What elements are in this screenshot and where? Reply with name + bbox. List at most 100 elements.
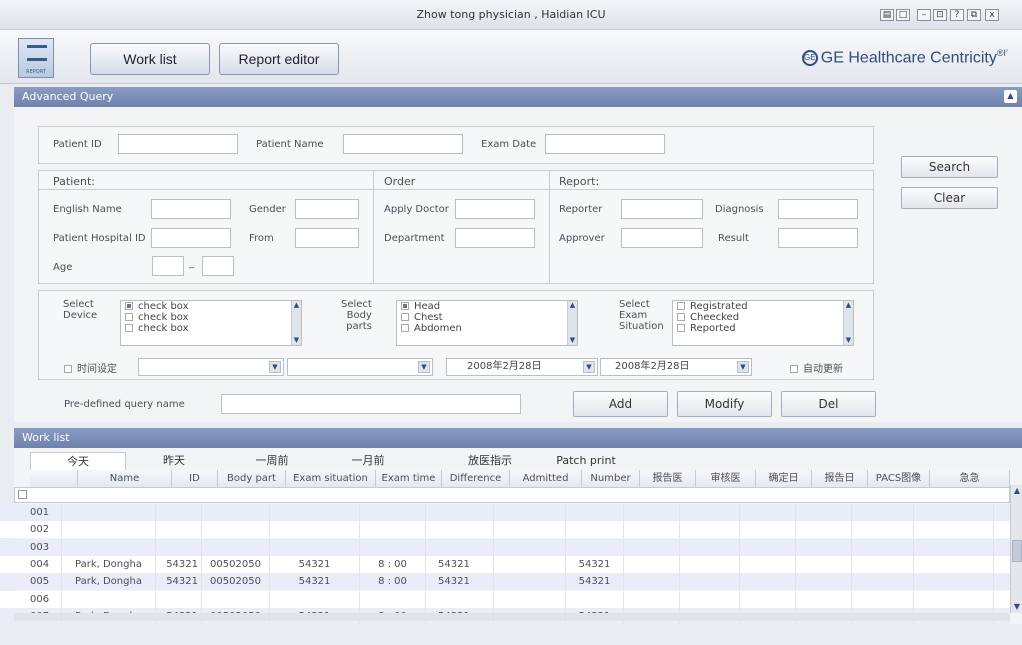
- horizontal-scrollbar[interactable]: [14, 613, 1010, 621]
- scroll-down-icon[interactable]: ▼: [568, 336, 577, 345]
- checkbox-icon[interactable]: [125, 302, 133, 310]
- tab-month[interactable]: 一月前: [320, 452, 416, 470]
- dropdown-icon[interactable]: ▼: [418, 361, 430, 373]
- work-list-button[interactable]: Work list: [90, 43, 210, 75]
- checkbox-icon[interactable]: [401, 302, 409, 310]
- column-header[interactable]: Name: [78, 470, 172, 487]
- patient-name-input[interactable]: [343, 134, 463, 154]
- table-row[interactable]: 005 Park, Dongha 54321 00502050 54321 8 : 00 5…: [0, 573, 1010, 591]
- search-button[interactable]: Search: [901, 156, 998, 178]
- exam-situation-option[interactable]: Reported: [673, 323, 853, 334]
- maximize-layout-icon[interactable]: □: [896, 9, 910, 21]
- help-button[interactable]: ?: [950, 9, 964, 21]
- result-input[interactable]: [778, 228, 858, 248]
- body-parts-listbox[interactable]: Head Chest Abdomen ▲ ▼: [396, 300, 578, 346]
- scroll-down-icon[interactable]: ▼: [844, 336, 853, 345]
- report-editor-button[interactable]: Report editor: [219, 43, 339, 75]
- collapse-icon[interactable]: ▲: [1004, 90, 1017, 103]
- device-option[interactable]: check box: [121, 301, 301, 312]
- checkbox-icon[interactable]: [677, 313, 685, 321]
- from-input[interactable]: [295, 228, 359, 248]
- column-header[interactable]: 报告医: [640, 470, 696, 487]
- exam-situation-option[interactable]: Cheecked: [673, 312, 853, 323]
- time-setting-checkbox[interactable]: 时间设定: [64, 360, 117, 375]
- department-input[interactable]: [455, 228, 535, 248]
- age-to-input[interactable]: [202, 256, 234, 276]
- scroll-up-icon[interactable]: ▲: [292, 301, 301, 310]
- scroll-down-icon[interactable]: ▼: [1012, 602, 1022, 612]
- scroll-thumb[interactable]: [1012, 540, 1022, 562]
- checkbox-icon[interactable]: [401, 313, 409, 321]
- dropdown-icon[interactable]: ▼: [269, 361, 281, 373]
- time-combo-2[interactable]: ▼: [287, 358, 433, 376]
- column-header[interactable]: 报告日: [812, 470, 868, 487]
- window-icon[interactable]: ⊡: [933, 9, 947, 21]
- report-icon[interactable]: REPORT: [18, 38, 54, 78]
- column-header[interactable]: 急急: [930, 470, 1010, 487]
- checkbox-icon[interactable]: [790, 365, 798, 373]
- english-name-input[interactable]: [151, 199, 231, 219]
- column-header[interactable]: 审核医: [696, 470, 756, 487]
- listbox-scrollbar[interactable]: ▲ ▼: [567, 301, 577, 345]
- column-header[interactable]: PACS图像: [868, 470, 930, 487]
- table-row[interactable]: 002: [0, 521, 1010, 539]
- device-option[interactable]: check box: [121, 312, 301, 323]
- approver-input[interactable]: [621, 228, 703, 248]
- dropdown-icon[interactable]: ▼: [583, 361, 595, 373]
- body-part-option[interactable]: Head: [397, 301, 577, 312]
- body-part-option[interactable]: Abdomen: [397, 323, 577, 334]
- table-row[interactable]: 006: [0, 590, 1010, 608]
- exam-date-input[interactable]: [545, 134, 665, 154]
- auto-update-checkbox[interactable]: 自动更新: [790, 360, 843, 375]
- age-from-input[interactable]: [152, 256, 184, 276]
- tab-release-instruction[interactable]: 放医指示: [440, 452, 540, 470]
- gender-input[interactable]: [295, 199, 359, 219]
- close-button[interactable]: x: [985, 9, 999, 21]
- scroll-up-icon[interactable]: ▲: [568, 301, 577, 310]
- listbox-scrollbar[interactable]: ▲ ▼: [843, 301, 853, 345]
- device-option[interactable]: check box: [121, 323, 301, 334]
- tab-today[interactable]: 今天: [30, 452, 126, 470]
- date-from-combo[interactable]: 2008年2月28日 ▼: [446, 358, 598, 376]
- column-header[interactable]: Exam situation: [286, 470, 376, 487]
- column-header[interactable]: Difference: [442, 470, 510, 487]
- scroll-up-icon[interactable]: ▲: [1012, 486, 1022, 496]
- checkbox-icon[interactable]: [125, 313, 133, 321]
- device-listbox[interactable]: check box check box check box ▲ ▼: [120, 300, 302, 346]
- column-header[interactable]: Exam time: [376, 470, 442, 487]
- patient-id-input[interactable]: [118, 134, 238, 154]
- scroll-up-icon[interactable]: ▲: [844, 301, 853, 310]
- column-header[interactable]: Body part: [218, 470, 286, 487]
- filter-row[interactable]: [14, 487, 1010, 503]
- date-to-combo[interactable]: 2008年2月28日 ▼: [600, 358, 752, 376]
- column-header[interactable]: ID: [172, 470, 218, 487]
- dropdown-icon[interactable]: ▼: [737, 361, 749, 373]
- column-header[interactable]: [30, 470, 78, 487]
- tab-yesterday[interactable]: 昨天: [128, 452, 220, 470]
- hospital-id-input[interactable]: [151, 228, 231, 248]
- clear-button[interactable]: Clear: [901, 187, 998, 209]
- checkbox-icon[interactable]: [677, 302, 685, 310]
- table-row[interactable]: 004 Park, Dongha 54321 00502050 54321 8 : 00 5…: [0, 555, 1010, 573]
- exam-situation-listbox[interactable]: Registrated Cheecked Reported ▲ ▼: [672, 300, 854, 346]
- time-combo-1[interactable]: ▼: [138, 358, 284, 376]
- column-header[interactable]: 确定日: [756, 470, 812, 487]
- checkbox-icon[interactable]: [64, 365, 72, 373]
- scroll-down-icon[interactable]: ▼: [292, 336, 301, 345]
- exam-situation-option[interactable]: Registrated: [673, 301, 853, 312]
- restore-button[interactable]: ⧉: [967, 9, 981, 21]
- checkbox-icon[interactable]: [401, 324, 409, 332]
- body-part-option[interactable]: Chest: [397, 312, 577, 323]
- minimize-button[interactable]: –: [917, 9, 931, 21]
- add-button[interactable]: Add: [573, 391, 668, 417]
- checkbox-icon[interactable]: [677, 324, 685, 332]
- modify-button[interactable]: Modify: [677, 391, 772, 417]
- table-row[interactable]: 001: [0, 504, 1010, 521]
- tab-patch-print[interactable]: Patch print: [540, 452, 632, 470]
- del-button[interactable]: Del: [781, 391, 876, 417]
- reporter-input[interactable]: [621, 199, 703, 219]
- table-row[interactable]: 003: [0, 538, 1010, 556]
- restore-layout-icon[interactable]: ▤: [880, 9, 894, 21]
- column-header[interactable]: Number: [582, 470, 640, 487]
- select-all-checkbox[interactable]: [18, 490, 27, 499]
